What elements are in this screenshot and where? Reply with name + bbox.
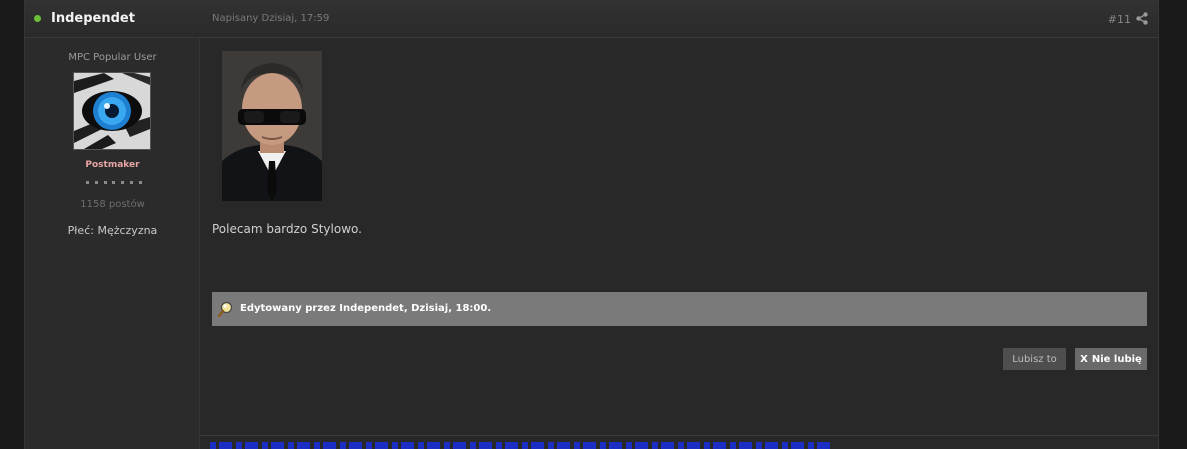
post-count: 1158 postów xyxy=(80,199,145,210)
dislike-button[interactable]: X Nie lubię xyxy=(1075,348,1147,370)
rank-pips xyxy=(86,181,142,187)
post-header: Independet Napisany Dzisiaj, 17:59 #11 xyxy=(25,0,1158,38)
member-rank: Postmaker xyxy=(85,160,140,170)
author-name-link[interactable]: Independet xyxy=(51,11,135,26)
author-panel: MPC Popular User Postmaker 1158 postów P… xyxy=(25,38,200,449)
forum-post: Independet Napisany Dzisiaj, 17:59 #11 M… xyxy=(24,0,1159,449)
edit-note-text: Edytowany przez Independet, Dzisiaj, 18:… xyxy=(240,303,492,314)
page-background-right xyxy=(1160,0,1187,449)
post-body-text: Polecam bardzo Stylowo. xyxy=(212,222,362,236)
like-button[interactable]: Lubisz to xyxy=(1003,348,1066,370)
member-title: MPC Popular User xyxy=(68,52,157,63)
dislike-label: Nie lubię xyxy=(1091,353,1142,365)
post-date: Napisany Dzisiaj, 17:59 xyxy=(212,13,330,24)
edit-magnifier-icon xyxy=(218,301,233,317)
dislike-x-mark: X xyxy=(1080,353,1088,365)
online-status-icon xyxy=(34,15,41,22)
post-signature-separator xyxy=(200,435,1158,436)
gender-field: Płeć: Mężczyzna xyxy=(67,224,158,237)
post-image[interactable] xyxy=(222,51,322,201)
post-number-link[interactable]: #11 xyxy=(1108,13,1131,26)
page-background-left xyxy=(0,0,24,449)
signature-link-clipped[interactable] xyxy=(210,442,830,449)
edit-note: Edytowany przez Independet, Dzisiaj, 18:… xyxy=(212,292,1147,326)
post-content: Polecam bardzo Stylowo. Edytowany przez … xyxy=(200,38,1158,449)
share-icon[interactable] xyxy=(1136,12,1148,25)
avatar[interactable] xyxy=(73,72,151,150)
